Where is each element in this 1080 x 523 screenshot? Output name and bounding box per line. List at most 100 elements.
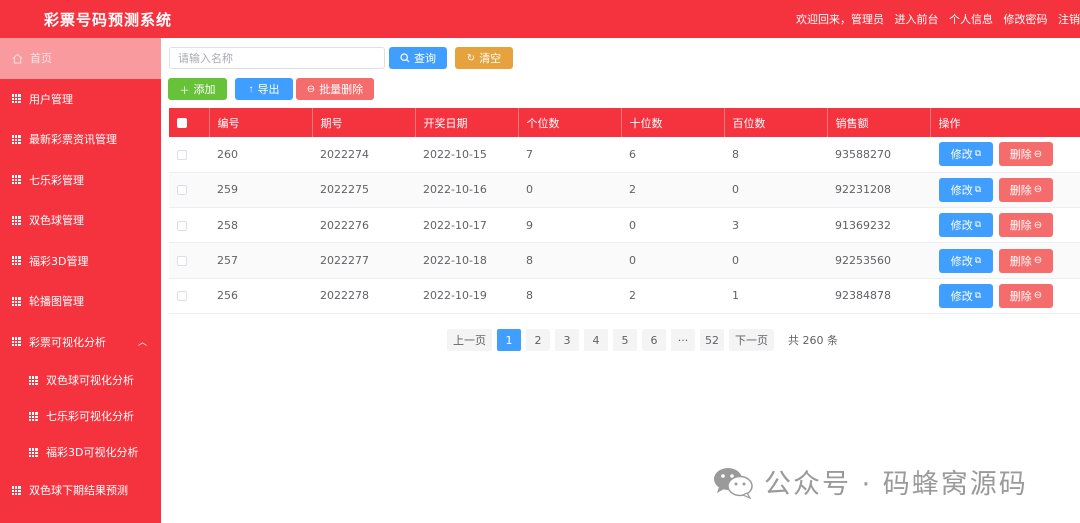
table-cell: 7 (518, 137, 621, 173)
edit-button[interactable]: 修改 ⧉ (939, 142, 993, 167)
batch-delete-button[interactable]: ⊖ 批量删除 (296, 78, 374, 100)
change-password-link[interactable]: 修改密码 (1004, 13, 1048, 26)
query-button[interactable]: 查询 (389, 47, 447, 69)
table-cell: 6 (621, 137, 724, 173)
export-button[interactable]: ↑ 导出 (235, 78, 293, 100)
table-row: 259 2022275 2022-10-16 0 2 0 92231208 修改… (169, 172, 1080, 209)
table-cell: 9 (518, 207, 621, 244)
select-all-checkbox[interactable] (177, 118, 187, 128)
sidebar-item-label: 首页 (30, 52, 52, 66)
delete-button[interactable]: 删除 ⊖ (999, 283, 1053, 308)
sidebar-item-news[interactable]: 最新彩票资讯管理 (0, 119, 161, 160)
grid-icon (12, 296, 21, 306)
row-checkbox[interactable] (177, 185, 187, 196)
delete-button[interactable]: 删除 ⊖ (999, 177, 1053, 202)
edit-button[interactable]: 修改 ⧉ (939, 213, 993, 238)
edit-button[interactable]: 修改 ⧉ (939, 248, 993, 273)
page-button[interactable]: 4 (584, 329, 608, 351)
row-checkbox[interactable] (177, 256, 187, 267)
page-button[interactable]: 2 (526, 329, 550, 351)
minus-circle-icon: ⊖ (1033, 219, 1043, 231)
logout-link[interactable]: 注销 (1058, 13, 1080, 26)
edit-button[interactable]: 修改 ⧉ (939, 283, 993, 308)
column-header[interactable]: 个位数 (518, 108, 622, 137)
prev-page-button[interactable]: 上一页 (447, 329, 492, 351)
table-cell: 2022278 (312, 278, 415, 314)
sidebar-subitem-ssq-visual[interactable]: 双色球可视化分析 (0, 362, 161, 398)
grid-icon (29, 375, 38, 385)
table-cell: 258 (209, 207, 312, 244)
next-page-button[interactable]: 下一页 (729, 329, 774, 351)
edit-icon: ⧉ (974, 184, 982, 195)
row-checkbox[interactable] (177, 291, 187, 302)
watermark: 公众号 · 码蜂窝源码 (712, 462, 1028, 501)
sidebar-item-label: 七乐彩管理 (29, 173, 84, 187)
row-checkbox[interactable] (177, 220, 187, 231)
table-cell: 8 (724, 137, 827, 173)
edit-icon: ⧉ (974, 290, 982, 301)
batch-delete-label: 批量删除 (319, 84, 364, 96)
edit-label: 修改 (950, 254, 973, 268)
home-icon (12, 53, 23, 64)
sidebar-item-qilecai[interactable]: 七乐彩管理 (0, 160, 161, 201)
table-cell: 2022274 (312, 137, 415, 173)
table-cell: 0 (724, 242, 827, 279)
sidebar-item-users[interactable]: 用户管理 (0, 79, 161, 120)
column-header[interactable]: 期号 (312, 108, 416, 137)
table-cell: 92253560 (827, 242, 930, 279)
table-cell: 8 (518, 242, 621, 279)
row-select-cell (169, 278, 209, 314)
table-cell: 2022-10-16 (415, 172, 518, 209)
actions-cell: 修改 ⧉ 删除 ⊖ (930, 137, 1080, 173)
delete-label: 删除 (1009, 219, 1032, 233)
search-input[interactable] (169, 47, 385, 69)
profile-link[interactable]: 个人信息 (949, 13, 993, 26)
column-header[interactable]: 销售额 (827, 108, 931, 137)
sidebar-item-carousel[interactable]: 轮播图管理 (0, 281, 161, 322)
edit-button[interactable]: 修改 ⧉ (939, 177, 993, 202)
main-content: 查询 ↻ 清空 ＋ 添加 ↑ 导出 ⊖ 批量删除 编号 期号 开奖日期 个位数 … (161, 38, 1080, 523)
app-title: 彩票号码预测系统 (44, 11, 173, 29)
table-cell: 92231208 (827, 172, 930, 209)
column-header[interactable]: 编号 (209, 108, 313, 137)
edit-label: 修改 (950, 219, 973, 233)
actions-cell: 修改 ⧉ 删除 ⊖ (930, 172, 1080, 209)
minus-circle-icon: ⊖ (1033, 290, 1043, 302)
sidebar-item-fucai3d[interactable]: 福彩3D管理 (0, 241, 161, 282)
sidebar-item-visual-analysis[interactable]: 彩票可视化分析 ︿ (0, 322, 161, 363)
delete-label: 删除 (1009, 183, 1032, 197)
sidebar-item-label: 轮播图管理 (29, 295, 84, 309)
delete-button[interactable]: 删除 ⊖ (999, 248, 1053, 273)
refresh-icon: ↻ (466, 52, 476, 64)
delete-button[interactable]: 删除 ⊖ (999, 213, 1053, 238)
goto-frontend-link[interactable]: 进入前台 (895, 13, 939, 26)
sidebar-subitem-qlc-visual[interactable]: 七乐彩可视化分析 (0, 398, 161, 434)
page-button[interactable]: 6 (642, 329, 666, 351)
pagination: 上一页 1 2 3 4 5 6 ··· 52 下一页 共 260 条 (447, 329, 838, 351)
table-cell: 93588270 (827, 137, 930, 173)
add-button[interactable]: ＋ 添加 (168, 78, 227, 100)
data-table: 编号 期号 开奖日期 个位数 十位数 百位数 销售额 操作 260 202227… (169, 108, 1080, 314)
clear-button[interactable]: ↻ 清空 (455, 47, 513, 69)
page-button[interactable]: 52 (700, 329, 724, 351)
table-cell: 3 (724, 207, 827, 244)
sidebar-item-prediction[interactable]: 双色球下期结果预测 (0, 470, 161, 511)
column-header[interactable]: 百位数 (724, 108, 828, 137)
sidebar-item-shuangseqiu[interactable]: 双色球管理 (0, 200, 161, 241)
welcome-text: 欢迎回来，管理员 (796, 13, 884, 26)
page-button[interactable]: 3 (555, 329, 579, 351)
column-header[interactable]: 开奖日期 (415, 108, 519, 137)
sidebar-subitem-3d-visual[interactable]: 福彩3D可视化分析 (0, 434, 161, 470)
table-cell: 260 (209, 137, 312, 173)
page-button[interactable]: 5 (613, 329, 637, 351)
table-row: 256 2022278 2022-10-19 8 2 1 92384878 修改… (169, 278, 1080, 314)
more-pages-button[interactable]: ··· (671, 329, 695, 351)
page-button[interactable]: 1 (497, 329, 521, 351)
column-header[interactable]: 十位数 (621, 108, 725, 137)
table-cell: 259 (209, 172, 312, 209)
sidebar-item-home[interactable]: 首页 (0, 38, 161, 79)
table-cell: 2022275 (312, 172, 415, 209)
row-checkbox[interactable] (177, 149, 187, 160)
delete-button[interactable]: 删除 ⊖ (999, 142, 1053, 167)
search-icon (400, 53, 410, 63)
